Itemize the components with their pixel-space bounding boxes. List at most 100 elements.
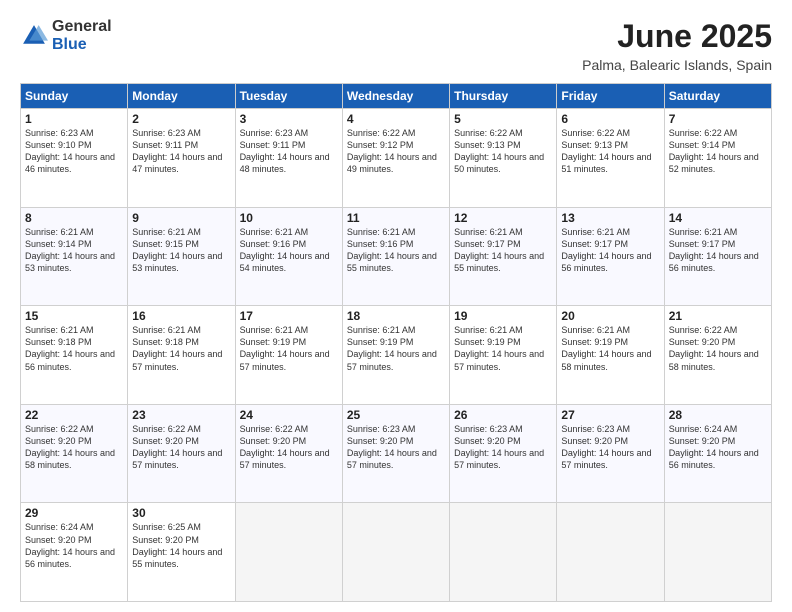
day-number: 13 xyxy=(561,211,659,225)
day-number: 4 xyxy=(347,112,445,126)
calendar-cell: 15Sunrise: 6:21 AMSunset: 9:18 PMDayligh… xyxy=(21,306,128,405)
day-info: Sunrise: 6:21 AMSunset: 9:19 PMDaylight:… xyxy=(240,324,338,373)
day-info: Sunrise: 6:24 AMSunset: 9:20 PMDaylight:… xyxy=(669,423,767,472)
col-header-saturday: Saturday xyxy=(664,84,771,109)
calendar-cell: 14Sunrise: 6:21 AMSunset: 9:17 PMDayligh… xyxy=(664,207,771,306)
calendar-cell: 5Sunrise: 6:22 AMSunset: 9:13 PMDaylight… xyxy=(450,109,557,208)
day-number: 19 xyxy=(454,309,552,323)
day-info: Sunrise: 6:24 AMSunset: 9:20 PMDaylight:… xyxy=(25,521,123,570)
location-subtitle: Palma, Balearic Islands, Spain xyxy=(582,57,772,73)
day-info: Sunrise: 6:21 AMSunset: 9:16 PMDaylight:… xyxy=(347,226,445,275)
calendar-header-row: SundayMondayTuesdayWednesdayThursdayFrid… xyxy=(21,84,772,109)
day-number: 14 xyxy=(669,211,767,225)
day-number: 26 xyxy=(454,408,552,422)
calendar-week-3: 15Sunrise: 6:21 AMSunset: 9:18 PMDayligh… xyxy=(21,306,772,405)
day-number: 30 xyxy=(132,506,230,520)
logo: General Blue xyxy=(20,18,112,53)
day-number: 5 xyxy=(454,112,552,126)
day-number: 6 xyxy=(561,112,659,126)
day-info: Sunrise: 6:23 AMSunset: 9:20 PMDaylight:… xyxy=(561,423,659,472)
calendar-cell: 18Sunrise: 6:21 AMSunset: 9:19 PMDayligh… xyxy=(342,306,449,405)
day-info: Sunrise: 6:21 AMSunset: 9:19 PMDaylight:… xyxy=(561,324,659,373)
day-info: Sunrise: 6:21 AMSunset: 9:14 PMDaylight:… xyxy=(25,226,123,275)
day-info: Sunrise: 6:23 AMSunset: 9:11 PMDaylight:… xyxy=(132,127,230,176)
col-header-thursday: Thursday xyxy=(450,84,557,109)
calendar-cell: 16Sunrise: 6:21 AMSunset: 9:18 PMDayligh… xyxy=(128,306,235,405)
calendar-cell: 8Sunrise: 6:21 AMSunset: 9:14 PMDaylight… xyxy=(21,207,128,306)
calendar-week-1: 1Sunrise: 6:23 AMSunset: 9:10 PMDaylight… xyxy=(21,109,772,208)
day-info: Sunrise: 6:23 AMSunset: 9:11 PMDaylight:… xyxy=(240,127,338,176)
calendar-cell: 21Sunrise: 6:22 AMSunset: 9:20 PMDayligh… xyxy=(664,306,771,405)
day-number: 12 xyxy=(454,211,552,225)
day-info: Sunrise: 6:23 AMSunset: 9:20 PMDaylight:… xyxy=(454,423,552,472)
calendar-cell: 4Sunrise: 6:22 AMSunset: 9:12 PMDaylight… xyxy=(342,109,449,208)
title-block: June 2025 Palma, Balearic Islands, Spain xyxy=(582,18,772,73)
day-info: Sunrise: 6:22 AMSunset: 9:20 PMDaylight:… xyxy=(25,423,123,472)
calendar-cell: 7Sunrise: 6:22 AMSunset: 9:14 PMDaylight… xyxy=(664,109,771,208)
calendar-cell: 26Sunrise: 6:23 AMSunset: 9:20 PMDayligh… xyxy=(450,404,557,503)
calendar-cell: 3Sunrise: 6:23 AMSunset: 9:11 PMDaylight… xyxy=(235,109,342,208)
header: General Blue June 2025 Palma, Balearic I… xyxy=(20,18,772,73)
day-number: 22 xyxy=(25,408,123,422)
calendar-cell xyxy=(557,503,664,602)
day-info: Sunrise: 6:23 AMSunset: 9:10 PMDaylight:… xyxy=(25,127,123,176)
logo-text-line2: Blue xyxy=(52,36,112,54)
day-info: Sunrise: 6:21 AMSunset: 9:18 PMDaylight:… xyxy=(25,324,123,373)
calendar-cell: 20Sunrise: 6:21 AMSunset: 9:19 PMDayligh… xyxy=(557,306,664,405)
col-header-friday: Friday xyxy=(557,84,664,109)
calendar-cell: 2Sunrise: 6:23 AMSunset: 9:11 PMDaylight… xyxy=(128,109,235,208)
day-number: 18 xyxy=(347,309,445,323)
day-number: 2 xyxy=(132,112,230,126)
calendar-cell: 11Sunrise: 6:21 AMSunset: 9:16 PMDayligh… xyxy=(342,207,449,306)
calendar-cell: 12Sunrise: 6:21 AMSunset: 9:17 PMDayligh… xyxy=(450,207,557,306)
calendar-cell: 13Sunrise: 6:21 AMSunset: 9:17 PMDayligh… xyxy=(557,207,664,306)
day-info: Sunrise: 6:22 AMSunset: 9:13 PMDaylight:… xyxy=(454,127,552,176)
calendar-cell: 1Sunrise: 6:23 AMSunset: 9:10 PMDaylight… xyxy=(21,109,128,208)
calendar-week-2: 8Sunrise: 6:21 AMSunset: 9:14 PMDaylight… xyxy=(21,207,772,306)
day-info: Sunrise: 6:25 AMSunset: 9:20 PMDaylight:… xyxy=(132,521,230,570)
calendar-cell: 30Sunrise: 6:25 AMSunset: 9:20 PMDayligh… xyxy=(128,503,235,602)
col-header-tuesday: Tuesday xyxy=(235,84,342,109)
day-info: Sunrise: 6:22 AMSunset: 9:20 PMDaylight:… xyxy=(132,423,230,472)
day-info: Sunrise: 6:21 AMSunset: 9:17 PMDaylight:… xyxy=(561,226,659,275)
calendar-cell: 23Sunrise: 6:22 AMSunset: 9:20 PMDayligh… xyxy=(128,404,235,503)
day-number: 16 xyxy=(132,309,230,323)
day-info: Sunrise: 6:21 AMSunset: 9:17 PMDaylight:… xyxy=(454,226,552,275)
calendar-week-4: 22Sunrise: 6:22 AMSunset: 9:20 PMDayligh… xyxy=(21,404,772,503)
day-number: 27 xyxy=(561,408,659,422)
calendar-cell: 19Sunrise: 6:21 AMSunset: 9:19 PMDayligh… xyxy=(450,306,557,405)
calendar-cell: 29Sunrise: 6:24 AMSunset: 9:20 PMDayligh… xyxy=(21,503,128,602)
calendar-week-5: 29Sunrise: 6:24 AMSunset: 9:20 PMDayligh… xyxy=(21,503,772,602)
day-number: 24 xyxy=(240,408,338,422)
day-number: 9 xyxy=(132,211,230,225)
day-info: Sunrise: 6:22 AMSunset: 9:13 PMDaylight:… xyxy=(561,127,659,176)
day-info: Sunrise: 6:21 AMSunset: 9:16 PMDaylight:… xyxy=(240,226,338,275)
day-info: Sunrise: 6:21 AMSunset: 9:15 PMDaylight:… xyxy=(132,226,230,275)
day-info: Sunrise: 6:21 AMSunset: 9:19 PMDaylight:… xyxy=(454,324,552,373)
day-info: Sunrise: 6:21 AMSunset: 9:19 PMDaylight:… xyxy=(347,324,445,373)
day-number: 1 xyxy=(25,112,123,126)
day-number: 29 xyxy=(25,506,123,520)
day-number: 3 xyxy=(240,112,338,126)
day-info: Sunrise: 6:21 AMSunset: 9:17 PMDaylight:… xyxy=(669,226,767,275)
calendar-cell xyxy=(235,503,342,602)
month-title: June 2025 xyxy=(582,18,772,55)
col-header-monday: Monday xyxy=(128,84,235,109)
col-header-sunday: Sunday xyxy=(21,84,128,109)
calendar-cell xyxy=(450,503,557,602)
day-number: 7 xyxy=(669,112,767,126)
calendar-cell: 6Sunrise: 6:22 AMSunset: 9:13 PMDaylight… xyxy=(557,109,664,208)
calendar-cell: 22Sunrise: 6:22 AMSunset: 9:20 PMDayligh… xyxy=(21,404,128,503)
day-info: Sunrise: 6:22 AMSunset: 9:12 PMDaylight:… xyxy=(347,127,445,176)
day-number: 10 xyxy=(240,211,338,225)
calendar-cell: 9Sunrise: 6:21 AMSunset: 9:15 PMDaylight… xyxy=(128,207,235,306)
calendar-cell: 17Sunrise: 6:21 AMSunset: 9:19 PMDayligh… xyxy=(235,306,342,405)
day-number: 23 xyxy=(132,408,230,422)
day-number: 15 xyxy=(25,309,123,323)
logo-icon xyxy=(20,22,48,50)
col-header-wednesday: Wednesday xyxy=(342,84,449,109)
day-number: 28 xyxy=(669,408,767,422)
day-info: Sunrise: 6:22 AMSunset: 9:20 PMDaylight:… xyxy=(240,423,338,472)
calendar-cell: 27Sunrise: 6:23 AMSunset: 9:20 PMDayligh… xyxy=(557,404,664,503)
calendar-cell xyxy=(342,503,449,602)
